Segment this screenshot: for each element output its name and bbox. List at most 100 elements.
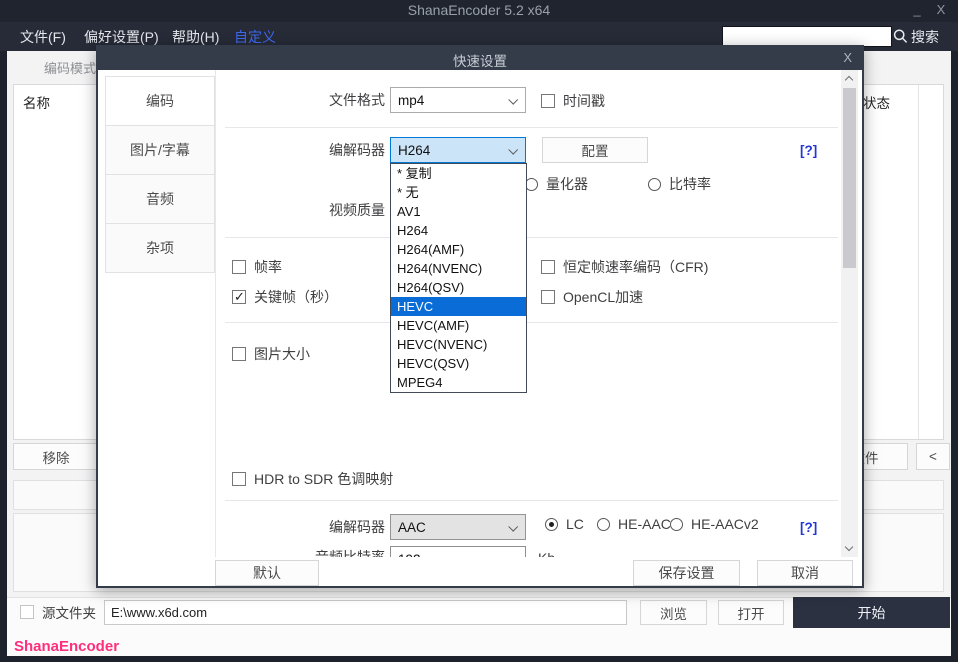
heaacv2-radio[interactable]: HE-AACv2 (670, 516, 759, 532)
hdr-to-sdr-label: HDR to SDR 色调映射 (254, 469, 393, 489)
radio-circle (597, 518, 610, 531)
divider (225, 127, 838, 128)
chevron-down-icon (508, 145, 518, 155)
source-path-input[interactable] (104, 600, 627, 625)
audio-bitrate-label: 音频比特率 (260, 548, 385, 557)
start-button[interactable]: 开始 (793, 597, 950, 628)
quick-settings-dialog: 快速设置 X 编码 图片/字幕 音频 杂项 文件格式 mp4 时间戳 (96, 45, 864, 588)
divider (225, 500, 838, 501)
timestamp-checkbox[interactable]: 时间戳 (541, 91, 605, 111)
scroll-up-icon[interactable] (841, 70, 858, 87)
dropdown-item[interactable]: * 复制 (391, 164, 526, 183)
dropdown-item[interactable]: HEVC(AMF) (391, 316, 526, 335)
video-codec-select[interactable]: H264 (390, 137, 526, 163)
checkbox-box (232, 260, 246, 274)
quantizer-radio[interactable]: 量化器 (525, 174, 588, 194)
remove-button[interactable]: 移除 (13, 443, 99, 470)
tab-encoding-mode[interactable]: 编码模式 (44, 58, 96, 77)
menu-preferences[interactable]: 偏好设置(P) (84, 27, 159, 47)
audio-codec-value: AAC (398, 520, 426, 535)
menu-help[interactable]: 帮助(H) (172, 27, 219, 47)
source-folder-label: 源文件夹 (42, 602, 96, 622)
keyframe-checkbox[interactable]: 关键帧（秒） (232, 287, 338, 307)
dropdown-item[interactable]: H264(AMF) (391, 240, 526, 259)
search-button[interactable]: 搜索 (911, 27, 939, 47)
audio-codec-label: 编解码器 (270, 518, 385, 536)
file-format-label: 文件格式 (270, 91, 385, 109)
picture-size-checkbox[interactable]: 图片大小 (232, 344, 310, 364)
checkbox-box (541, 290, 555, 304)
dropdown-item[interactable]: HEVC(NVENC) (391, 335, 526, 354)
hdr-to-sdr-checkbox[interactable]: HDR to SDR 色调映射 (232, 469, 393, 489)
dialog-body: 编码 图片/字幕 音频 杂项 文件格式 mp4 时间戳 编解码器 (98, 70, 862, 586)
save-settings-button[interactable]: 保存设置 (633, 560, 740, 586)
radio-circle-selected (545, 518, 558, 531)
scroll-down-icon[interactable] (841, 540, 858, 557)
tab-encode[interactable]: 编码 (105, 76, 215, 126)
title-bar: ShanaEncoder 5.2 x64 _ X (0, 0, 958, 22)
video-codec-label: 编解码器 (270, 141, 385, 159)
dialog-scrollbar[interactable] (841, 70, 858, 557)
column-separator[interactable] (918, 85, 919, 439)
file-format-select[interactable]: mp4 (390, 87, 526, 113)
checkbox-box-checked (232, 290, 246, 304)
dropdown-item-selected[interactable]: HEVC (391, 297, 526, 316)
open-button[interactable]: 打开 (718, 600, 784, 625)
dialog-title-bar: 快速设置 X (98, 47, 862, 70)
dropdown-item[interactable]: H264(QSV) (391, 278, 526, 297)
codec-dropdown-list: * 复制 * 无 AV1 H264 H264(AMF) H264(NVENC) … (390, 163, 527, 393)
tab-picture-subtitle[interactable]: 图片/字幕 (105, 125, 215, 175)
default-button[interactable]: 默认 (215, 560, 319, 586)
source-folder-checkbox[interactable]: 源文件夹 (20, 602, 96, 622)
checkbox-box (541, 94, 555, 108)
search-input[interactable] (722, 26, 892, 47)
menu-file[interactable]: 文件(F) (20, 27, 66, 47)
bitrate-radio-label: 比特率 (669, 174, 711, 194)
tab-audio[interactable]: 音频 (105, 174, 215, 224)
lc-label: LC (566, 516, 584, 532)
dropdown-item[interactable]: H264 (391, 221, 526, 240)
column-header-name[interactable]: 名称 (23, 92, 50, 112)
menu-customize[interactable]: 自定义 (234, 27, 276, 47)
minimize-button[interactable]: _ (904, 0, 930, 22)
config-button[interactable]: 配置 (542, 137, 648, 163)
dialog-close-button[interactable]: X (843, 50, 852, 65)
opencl-checkbox[interactable]: OpenCL加速 (541, 287, 643, 307)
tab-misc[interactable]: 杂项 (105, 223, 215, 273)
cancel-button[interactable]: 取消 (757, 560, 853, 586)
heaac-label: HE-AAC (618, 516, 671, 532)
checkbox-box (20, 605, 34, 619)
close-button[interactable]: X (928, 0, 954, 22)
divider (225, 322, 838, 323)
column-header-status[interactable]: 状态 (863, 92, 890, 112)
scrollbar-thumb[interactable] (843, 88, 856, 268)
audio-help-link[interactable]: [?] (800, 520, 817, 535)
cfr-checkbox[interactable]: 恒定帧速率编码（CFR) (541, 257, 708, 277)
divider (225, 237, 838, 238)
picture-size-label: 图片大小 (254, 344, 310, 364)
cfr-label: 恒定帧速率编码（CFR) (563, 257, 708, 277)
dialog-title: 快速设置 (98, 50, 862, 70)
window-title: ShanaEncoder 5.2 x64 (0, 2, 958, 18)
framerate-checkbox[interactable]: 帧率 (232, 257, 282, 277)
chevron-down-icon (508, 95, 518, 105)
chevron-down-icon (508, 522, 518, 532)
dialog-scroll-area: 编码 图片/字幕 音频 杂项 文件格式 mp4 时间戳 编解码器 (98, 70, 862, 557)
dropdown-item[interactable]: HEVC(QSV) (391, 354, 526, 373)
keyframe-label: 关键帧（秒） (254, 287, 338, 307)
dropdown-item[interactable]: H264(NVENC) (391, 259, 526, 278)
audio-codec-select[interactable]: AAC (390, 514, 526, 540)
bitrate-radio[interactable]: 比特率 (648, 174, 711, 194)
heaac-radio[interactable]: HE-AAC (597, 516, 671, 532)
audio-bitrate-input[interactable]: 192 (390, 546, 526, 557)
heaacv2-label: HE-AACv2 (691, 516, 759, 532)
video-help-link[interactable]: [?] (800, 143, 817, 158)
lc-radio[interactable]: LC (545, 516, 584, 532)
dropdown-item[interactable]: MPEG4 (391, 373, 526, 392)
dropdown-item[interactable]: AV1 (391, 202, 526, 221)
video-quality-label: 视频质量 (270, 201, 385, 219)
dropdown-item[interactable]: * 无 (391, 183, 526, 202)
framerate-label: 帧率 (254, 257, 282, 277)
collapse-button[interactable]: < (916, 443, 950, 470)
browse-button[interactable]: 浏览 (640, 600, 707, 625)
